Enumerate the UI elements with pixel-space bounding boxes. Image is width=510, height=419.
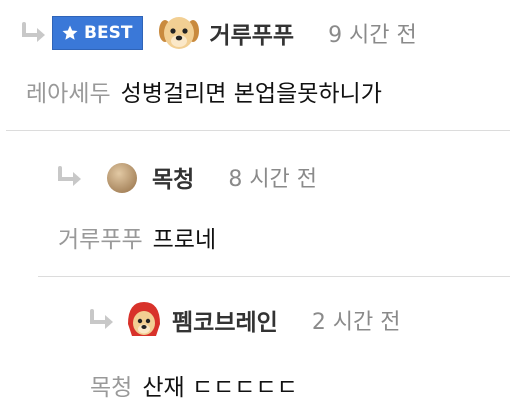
timestamp: 8 시간 전 <box>228 167 318 192</box>
round-brown-avatar-icon[interactable] <box>100 155 144 199</box>
comment-body: 레아세두 성병걸리면 본업을못하니가 <box>26 74 382 108</box>
divider <box>38 276 510 277</box>
author-name[interactable]: 거루푸푸 <box>209 16 294 50</box>
reply-arrow-icon <box>20 22 50 44</box>
timestamp: 2 시간 전 <box>311 310 401 335</box>
mention-tag[interactable]: 레아세두 <box>26 81 111 107</box>
star-icon <box>62 25 78 40</box>
comment-body: 목청 산재 ㄷㄷㄷㄷㄷ <box>90 368 298 402</box>
mention-tag[interactable]: 목청 <box>90 375 132 401</box>
mention-tag[interactable]: 거루푸푸 <box>58 227 143 253</box>
reply-arrow-icon <box>56 166 86 188</box>
comment-text: 성병걸리면 본업을못하니가 <box>120 81 382 107</box>
reply-arrow-icon <box>88 309 118 331</box>
timestamp: 9 시간 전 <box>328 23 417 48</box>
comment-text: 산재 ㄷㄷㄷㄷㄷ <box>142 375 298 401</box>
divider <box>6 130 510 131</box>
puppy-avatar-icon[interactable] <box>157 11 201 55</box>
best-badge: BEST <box>52 16 144 50</box>
author-name[interactable]: 목청 <box>152 160 194 194</box>
best-label: BEST <box>84 23 133 43</box>
comment-body: 거루푸푸 프로네 <box>58 220 216 254</box>
puppy-red-hood-avatar-icon[interactable] <box>122 298 166 342</box>
comment-text: 프로네 <box>152 227 217 253</box>
author-name[interactable]: 펨코브레인 <box>172 303 278 337</box>
